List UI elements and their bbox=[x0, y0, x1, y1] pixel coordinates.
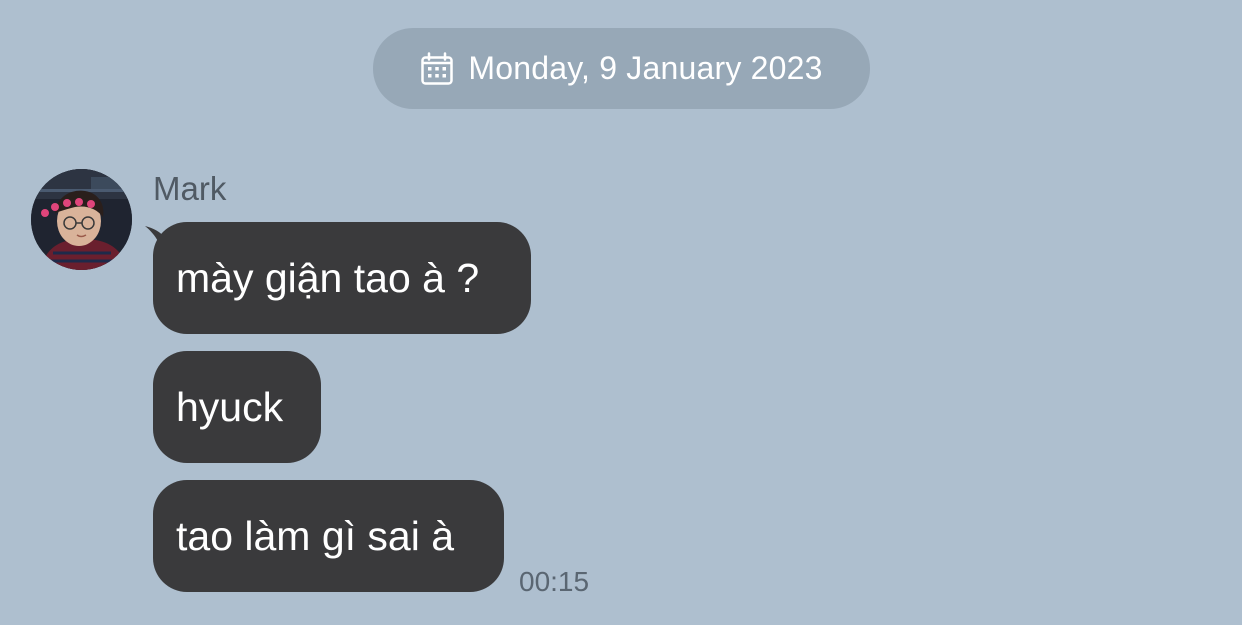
message-text: tao làm gì sai à bbox=[176, 512, 455, 559]
date-divider: Monday, 9 January 2023 bbox=[373, 28, 870, 109]
message-timestamp: 00:15 bbox=[519, 566, 590, 597]
chat-area: Monday, 9 January 2023 Mark mày giận tao… bbox=[0, 0, 1242, 625]
message-bubble[interactable]: mày giận tao à ? bbox=[153, 222, 531, 334]
calendar-icon bbox=[420, 51, 454, 86]
message-bubble[interactable]: hyuck bbox=[153, 351, 321, 463]
message-text: hyuck bbox=[176, 383, 284, 430]
sender-name: Mark bbox=[153, 170, 227, 207]
avatar[interactable] bbox=[31, 169, 132, 270]
message-bubble[interactable]: tao làm gì sai à bbox=[153, 480, 504, 592]
date-label: Monday, 9 January 2023 bbox=[468, 50, 823, 86]
message-text: mày giận tao à ? bbox=[176, 254, 480, 301]
